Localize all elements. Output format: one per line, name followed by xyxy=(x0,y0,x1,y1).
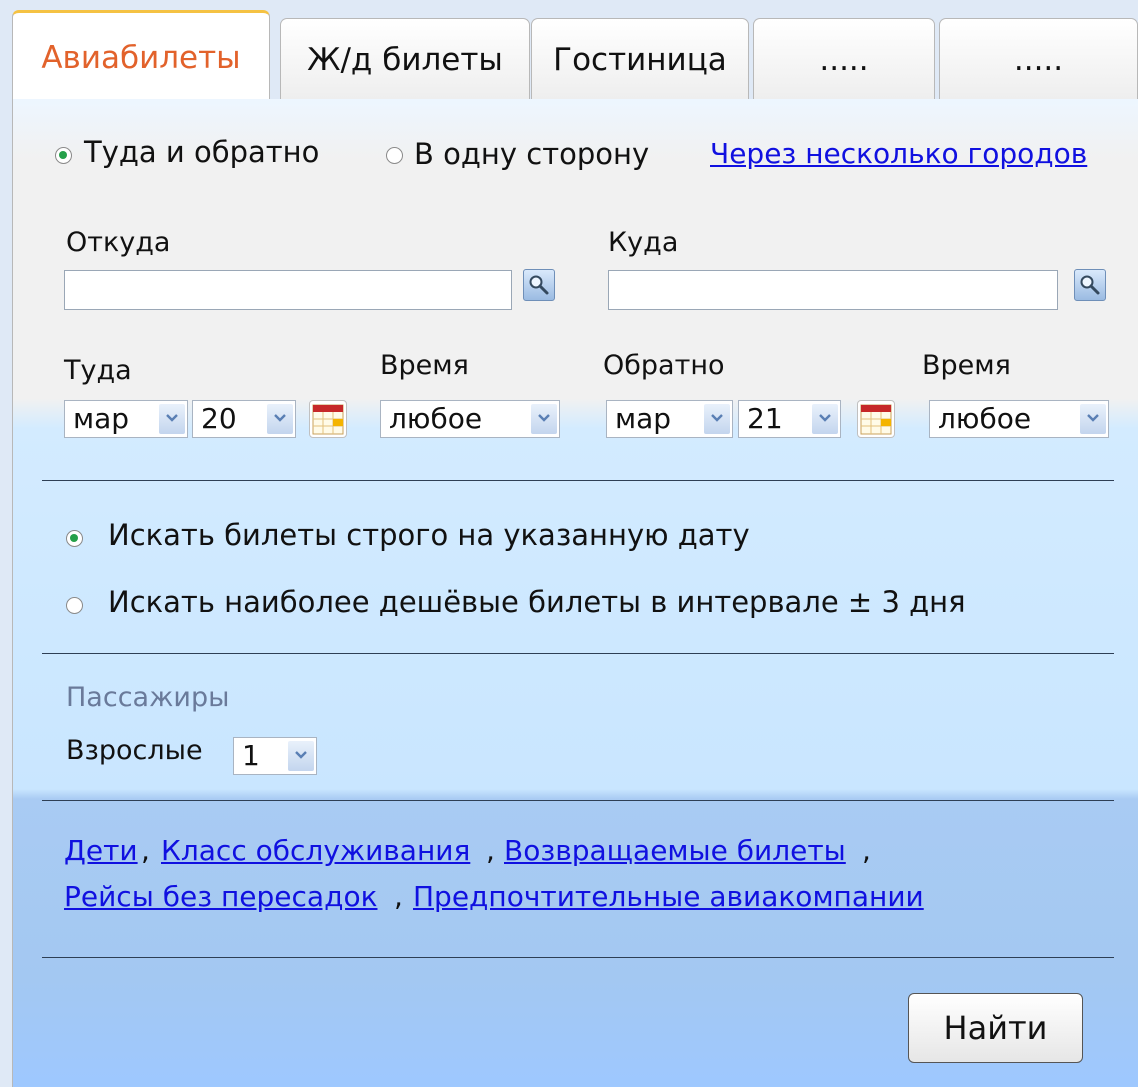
tab-bar: Авиабилеты Ж/д билеты Гостиница ..... ..… xyxy=(12,10,1138,102)
multi-city-link[interactable]: Через несколько городов xyxy=(710,137,1087,170)
to-input[interactable] xyxy=(608,270,1058,310)
depart-month-select[interactable]: мар xyxy=(64,400,188,438)
search-icon xyxy=(529,275,549,295)
search-button[interactable]: Найти xyxy=(908,993,1083,1063)
exact-date-radio[interactable] xyxy=(66,530,83,547)
service-class-link[interactable]: Класс обслуживания xyxy=(161,834,470,867)
chevron-down-icon xyxy=(1080,404,1106,434)
chevron-down-icon xyxy=(812,404,838,434)
return-label: Обратно xyxy=(603,350,725,381)
exact-date-label: Искать билеты строго на указанную дату xyxy=(108,518,750,552)
refundable-tickets-link[interactable]: Возвращаемые билеты xyxy=(504,834,846,867)
depart-label: Туда xyxy=(64,355,132,386)
tab-flights[interactable]: Авиабилеты xyxy=(12,10,270,102)
flexible-dates-label: Искать наиболее дешёвые билеты в интерва… xyxy=(108,585,966,619)
return-month-select[interactable]: мар xyxy=(606,400,733,438)
depart-time-label: Время xyxy=(380,350,469,381)
return-day-select[interactable]: 21 xyxy=(738,400,841,438)
return-time-label: Время xyxy=(922,350,1011,381)
tab-trains[interactable]: Ж/д билеты xyxy=(280,18,530,100)
one-way-radio[interactable] xyxy=(386,147,403,164)
comma-separator: , xyxy=(394,880,403,913)
divider xyxy=(42,653,1114,654)
round-trip-radio[interactable] xyxy=(55,147,72,164)
from-label: Откуда xyxy=(66,227,171,258)
depart-time-value: любое xyxy=(389,402,483,435)
flight-search-widget: Авиабилеты Ж/д билеты Гостиница ..... ..… xyxy=(0,0,1138,1087)
chevron-down-icon xyxy=(531,404,557,434)
chevron-down-icon xyxy=(704,404,730,434)
return-day-value: 21 xyxy=(747,402,783,435)
round-trip-label: Туда и обратно xyxy=(84,135,320,169)
children-link[interactable]: Дети xyxy=(64,834,138,867)
return-month-value: мар xyxy=(615,402,672,435)
tab-hotel[interactable]: Гостиница xyxy=(531,18,749,100)
divider xyxy=(42,800,1114,801)
calendar-icon xyxy=(860,404,892,435)
calendar-icon xyxy=(312,404,344,435)
depart-day-value: 20 xyxy=(201,402,237,435)
adults-label: Взрослые xyxy=(66,735,203,766)
comma-separator: , xyxy=(862,834,871,867)
search-icon xyxy=(1080,275,1100,295)
adults-value: 1 xyxy=(242,739,260,772)
chevron-down-icon xyxy=(288,741,314,771)
comma-separator: , xyxy=(141,834,150,867)
chevron-down-icon xyxy=(267,404,293,434)
from-input[interactable] xyxy=(64,270,512,310)
to-search-button[interactable] xyxy=(1074,269,1106,301)
return-calendar-button[interactable] xyxy=(857,400,895,438)
divider xyxy=(42,480,1114,481)
tab-more-1[interactable]: ..... xyxy=(753,18,935,100)
tab-more-2[interactable]: ..... xyxy=(939,18,1138,100)
passengers-title: Пассажиры xyxy=(66,682,230,713)
depart-month-value: мар xyxy=(73,402,130,435)
comma-separator: , xyxy=(486,834,495,867)
divider xyxy=(42,957,1114,958)
to-label: Куда xyxy=(608,227,679,258)
depart-calendar-button[interactable] xyxy=(309,400,347,438)
from-search-button[interactable] xyxy=(523,269,555,301)
return-time-value: любое xyxy=(938,402,1032,435)
return-time-select[interactable]: любое xyxy=(929,400,1109,438)
preferred-airlines-link[interactable]: Предпочтительные авиакомпании xyxy=(413,880,924,913)
nonstop-flights-link[interactable]: Рейсы без пересадок xyxy=(64,880,377,913)
flexible-dates-radio[interactable] xyxy=(66,597,83,614)
depart-time-select[interactable]: любое xyxy=(380,400,560,438)
depart-day-select[interactable]: 20 xyxy=(192,400,296,438)
one-way-label: В одну сторону xyxy=(414,137,650,171)
adults-select[interactable]: 1 xyxy=(233,737,317,775)
chevron-down-icon xyxy=(159,404,185,434)
